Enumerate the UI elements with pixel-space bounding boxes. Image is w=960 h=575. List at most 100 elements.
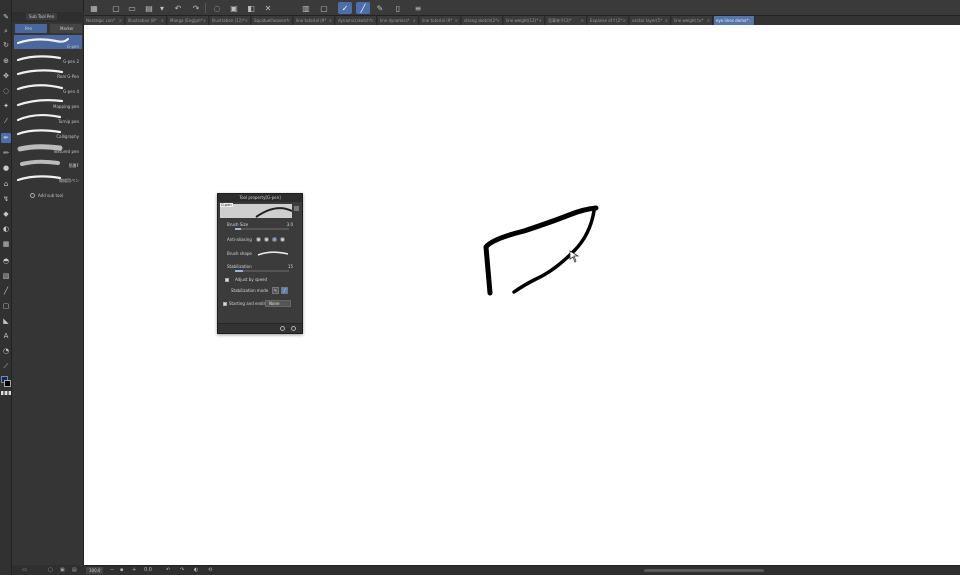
brush-item[interactable]: Textured pen: [14, 140, 82, 154]
close-icon[interactable]: ×: [665, 16, 668, 25]
zoom-in-small-icon[interactable]: +: [132, 567, 136, 573]
line-mode-icon[interactable]: ╱: [356, 2, 370, 14]
tab-document[interactable]: Nostalgic con* ×: [84, 16, 125, 25]
line-tool-icon[interactable]: ╱: [1, 286, 11, 296]
close-icon[interactable]: ×: [287, 16, 290, 25]
tab-document[interactable]: line weight(12)* ×: [504, 16, 545, 25]
brush-item[interactable]: G-pen 2: [14, 50, 82, 64]
tab-document[interactable]: line weight tu* ×: [672, 16, 713, 25]
tab-document[interactable]: dynamic(sketch* ×: [336, 16, 377, 25]
reset-icon[interactable]: [291, 326, 296, 331]
subtool-settings-icon[interactable]: ▭: [22, 567, 27, 573]
brush-item[interactable]: Calligraphy: [14, 125, 82, 139]
rotate-left-icon[interactable]: ↶: [166, 567, 170, 573]
subtool-copy-icon[interactable]: ▢: [48, 567, 53, 573]
edit-icon[interactable]: ✎: [374, 2, 386, 14]
pen-mode-icon[interactable]: ✓: [338, 2, 352, 14]
save-icon[interactable]: ▤: [143, 2, 155, 14]
tab-pen[interactable]: Pen: [15, 24, 47, 33]
rotate-right-icon[interactable]: ↷: [180, 567, 184, 573]
decoration-icon[interactable]: ↯: [1, 194, 11, 204]
close-icon[interactable]: ×: [539, 16, 542, 25]
fit-icon[interactable]: ▪: [120, 567, 123, 573]
list-icon[interactable]: ≡: [412, 2, 424, 14]
tab-document[interactable]: Illustration (8* ×: [126, 16, 167, 25]
flip-icon[interactable]: ◐: [194, 567, 198, 573]
tab-document[interactable]: line tutorial (9* ×: [420, 16, 461, 25]
stab-mode-pen-button[interactable]: ✎: [272, 287, 279, 294]
redo-icon[interactable]: ↷: [190, 2, 202, 14]
fill-tool-icon[interactable]: ▦: [1, 239, 11, 249]
starting-ending-dropdown[interactable]: None: [265, 300, 291, 307]
brush-item[interactable]: 筋書F: [14, 155, 82, 169]
blend-icon[interactable]: ◐: [1, 224, 11, 234]
brush-item[interactable]: 線描用ペン: [14, 170, 82, 184]
close-icon[interactable]: ×: [581, 16, 584, 25]
brush-size-row[interactable]: Brush Size 3.0: [221, 219, 299, 230]
tab-document[interactable]: Expanse of f (2* ×: [588, 16, 629, 25]
close-icon[interactable]: ×: [623, 16, 626, 25]
brush-item[interactable]: Turnip pen: [14, 110, 82, 124]
menu-icon[interactable]: ▦: [88, 2, 100, 14]
close-icon[interactable]: ×: [749, 16, 752, 25]
text-icon[interactable]: A: [1, 331, 11, 341]
lasso-select-icon[interactable]: ◌: [1, 86, 11, 96]
aa-strong-option[interactable]: [280, 237, 285, 242]
horizontal-scrollbar[interactable]: [644, 569, 764, 572]
zoom-in-icon[interactable]: ⊕: [1, 56, 11, 66]
tab-document[interactable]: line tutorial (9* ×: [294, 16, 335, 25]
subtool-menu-icon[interactable]: ▤: [72, 567, 77, 573]
brush-item[interactable]: G-pen 4: [14, 80, 82, 94]
tab-document[interactable]: 見事来子(3)* ×: [546, 16, 587, 25]
pen-tool-icon[interactable]: ✎: [1, 12, 11, 22]
balloon-icon[interactable]: ◔: [1, 346, 11, 356]
close-icon[interactable]: ×: [413, 16, 416, 25]
document-icon[interactable]: ▯: [392, 2, 404, 14]
tab-document[interactable]: Squiduelheaven* ×: [252, 16, 293, 25]
rotate-icon[interactable]: ↻: [1, 40, 11, 50]
stab-mode-line-button[interactable]: ╱: [281, 287, 288, 294]
transform-icon[interactable]: ▣: [228, 2, 240, 14]
correct-line-icon[interactable]: ⟋: [1, 361, 11, 371]
close-icon[interactable]: ×: [371, 16, 374, 25]
rotation-value[interactable]: 0.0: [144, 567, 152, 573]
adjust-by-speed-checkbox[interactable]: [225, 278, 229, 282]
eyedropper-icon[interactable]: ⁄: [1, 116, 11, 126]
brush-item[interactable]: Real G-Pen: [14, 65, 82, 79]
stabilization-slider[interactable]: [235, 270, 289, 272]
frame-icon[interactable]: ▢: [1, 301, 11, 311]
tab-document[interactable]: Illustration (12)* ×: [210, 16, 251, 25]
brush-item[interactable]: G-pen: [14, 35, 82, 49]
brush-icon[interactable]: ●: [1, 163, 11, 173]
adjust-by-speed-row[interactable]: Adjust by speed: [221, 274, 299, 285]
zoom-out-icon[interactable]: −: [110, 567, 114, 573]
aa-medium-option[interactable]: [272, 237, 277, 242]
preview-menu-icon[interactable]: [294, 206, 299, 211]
reset-rotation-icon[interactable]: ⟲: [208, 567, 212, 573]
lasso-icon[interactable]: ◌: [211, 2, 223, 14]
close-icon[interactable]: ×: [161, 16, 164, 25]
layer-icon[interactable]: ▥: [300, 2, 312, 14]
tab-document[interactable]: vector layer(5* ×: [630, 16, 671, 25]
dropdown-icon[interactable]: ▾: [156, 2, 168, 14]
move-icon[interactable]: ✥: [1, 71, 11, 81]
airbrush-icon[interactable]: ⌂: [1, 179, 11, 189]
new-file-icon[interactable]: ▢: [110, 2, 122, 14]
close-icon[interactable]: ×: [119, 16, 122, 25]
settings-icon[interactable]: [280, 326, 285, 331]
aa-none-option[interactable]: [256, 237, 261, 242]
brush-shape-preview[interactable]: [257, 250, 289, 257]
tab-document[interactable]: eye lines demo* ×: [714, 16, 755, 25]
close-icon[interactable]: ×: [455, 16, 458, 25]
undo-icon[interactable]: ↶: [172, 2, 184, 14]
pencil-icon[interactable]: ✏: [1, 148, 11, 158]
close-icon[interactable]: ×: [203, 16, 206, 25]
brush-item[interactable]: Mapping pen: [14, 95, 82, 109]
aa-weak-option[interactable]: [264, 237, 269, 242]
clear-icon[interactable]: ✕: [262, 2, 274, 14]
stabilization-row[interactable]: Stabilization 15: [221, 261, 299, 272]
subtool-delete-icon[interactable]: ▣: [60, 567, 65, 573]
add-sub-tool-button[interactable]: Add sub tool: [30, 193, 63, 198]
close-icon[interactable]: ×: [245, 16, 248, 25]
magic-wand-icon[interactable]: ✦: [1, 101, 11, 111]
